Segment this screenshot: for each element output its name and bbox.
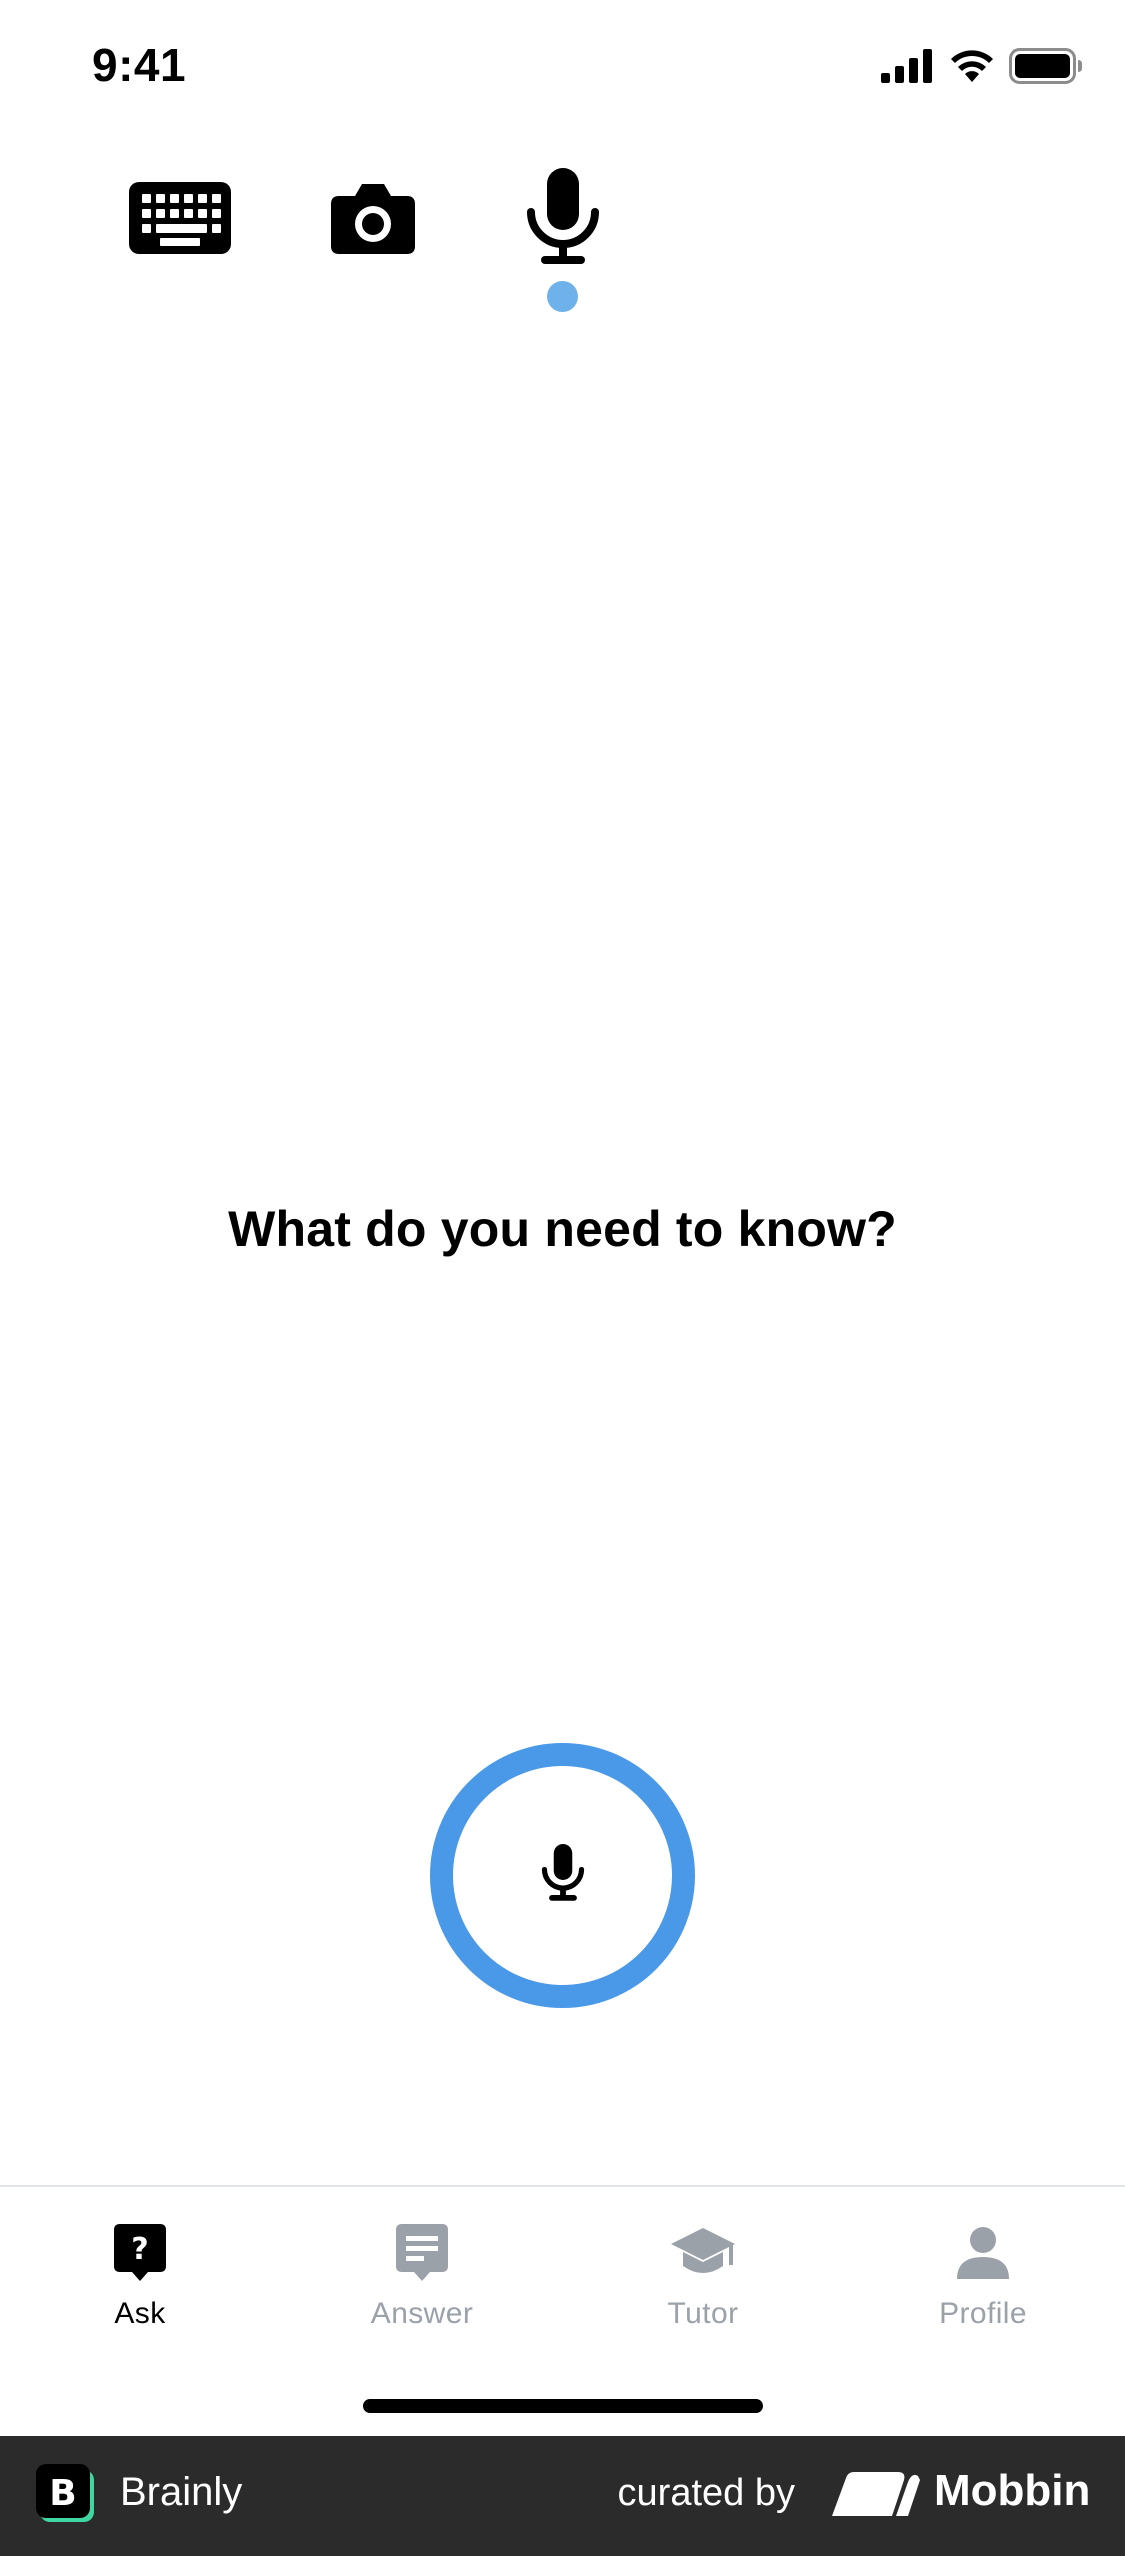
- input-mode-switcher: [0, 150, 1125, 320]
- status-bar: 9:41: [0, 0, 1125, 140]
- tab-profile-label: Profile: [939, 2297, 1027, 2330]
- tab-bar: ? Ask Answer Tutor Profile: [0, 2185, 1125, 2435]
- tab-profile[interactable]: Profile: [883, 2217, 1083, 2367]
- cellular-signal-icon: [881, 49, 935, 88]
- curator-name: Mobbin: [934, 2466, 1091, 2515]
- answer-bubble-icon: [386, 2217, 458, 2289]
- voice-prompt-title: What do you need to know?: [228, 1201, 897, 1257]
- person-icon: [947, 2217, 1019, 2289]
- keyboard-mode-button[interactable]: [110, 150, 250, 290]
- keyboard-icon: [129, 181, 231, 259]
- tab-tutor[interactable]: Tutor: [603, 2217, 803, 2367]
- tab-tutor-label: Tutor: [667, 2297, 739, 2330]
- graduation-cap-icon: [667, 2217, 739, 2289]
- battery-icon: [1009, 48, 1083, 89]
- brainly-logo-icon: B: [36, 2464, 96, 2524]
- mobbin-logo-icon: [832, 2472, 920, 2516]
- tab-answer-label: Answer: [370, 2297, 474, 2330]
- status-time: 9:41: [92, 39, 187, 91]
- voice-mode-button[interactable]: [493, 150, 633, 290]
- wifi-icon: [949, 49, 995, 88]
- camera-mode-button[interactable]: [303, 150, 443, 290]
- svg-text:B: B: [49, 2473, 76, 2514]
- question-bubble-icon: ?: [104, 2217, 176, 2289]
- curated-by-label: curated by: [617, 2472, 795, 2514]
- tab-ask[interactable]: ? Ask: [40, 2217, 240, 2367]
- record-voice-button[interactable]: [430, 1743, 695, 2008]
- microphone-icon: [525, 167, 601, 273]
- brand-name: Brainly: [120, 2470, 243, 2514]
- camera-icon: [331, 182, 415, 259]
- svg-text:?: ?: [131, 2232, 148, 2267]
- selected-mode-indicator: [547, 281, 578, 312]
- microphone-icon: [541, 1844, 585, 1907]
- screen: 9:41 What do you need to know? ? Ask Ans…: [0, 0, 1125, 2556]
- status-icons: [881, 48, 1083, 89]
- footer-brand-bar: B Brainly curated by Mobbin: [0, 2436, 1125, 2556]
- tab-answer[interactable]: Answer: [322, 2217, 522, 2367]
- home-indicator: [363, 2399, 763, 2413]
- tab-ask-label: Ask: [114, 2297, 166, 2330]
